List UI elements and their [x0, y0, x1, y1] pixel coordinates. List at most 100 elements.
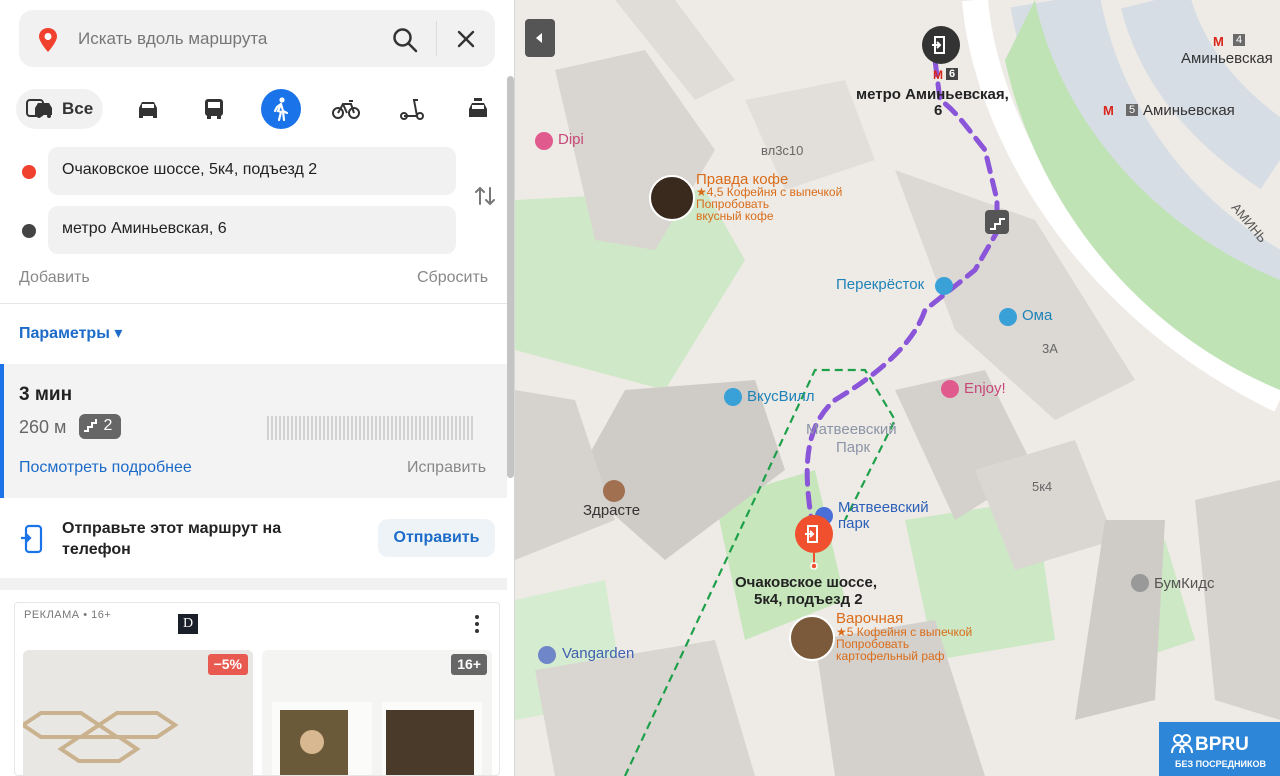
- ad-label: РЕКЛАМА • 16+: [24, 609, 112, 621]
- transport-modes: Все: [16, 89, 496, 129]
- ad-logo: D: [178, 614, 198, 634]
- mode-all-label: Все: [62, 99, 94, 118]
- metro-icon-top: M: [1213, 34, 1224, 49]
- start-label-2: 5к4, подъезд 2: [754, 591, 863, 608]
- people-icon: [1171, 734, 1193, 754]
- pedestrian-icon: [273, 97, 289, 122]
- zdraste-label[interactable]: Здрасте: [583, 502, 640, 519]
- mode-all-button[interactable]: Все: [16, 89, 103, 129]
- watermark-title: BPRU: [1195, 734, 1249, 755]
- varochnaya-photo[interactable]: [789, 615, 835, 661]
- send-description: Отправьте этот маршрут на телефон: [62, 520, 282, 558]
- search-input[interactable]: Искать вдоль маршрута: [78, 29, 267, 49]
- phone-icon: [21, 524, 43, 554]
- shop-icon: [935, 277, 953, 295]
- route-distance: 260 м: [19, 417, 67, 437]
- metro-m-icon: M: [933, 68, 943, 82]
- start-pin-icon[interactable]: [793, 514, 835, 570]
- route-search-bar[interactable]: Искать вдоль маршрута: [19, 10, 495, 67]
- building-label: вл3с10: [761, 143, 804, 158]
- matveevsky-park-label-2: Парк: [836, 439, 871, 456]
- bus-icon: [205, 99, 223, 119]
- stairs-marker-icon: [985, 210, 1009, 234]
- dipi-icon: [535, 132, 553, 150]
- aminyevskaya-label-2: Аминьевская: [1143, 102, 1235, 119]
- route-elevation-bar: [267, 416, 473, 440]
- location-pin-icon: [39, 28, 57, 52]
- start-point-dot: [22, 165, 36, 179]
- building-3a-label: 3А: [1042, 341, 1058, 356]
- ad-block[interactable]: РЕКЛАМА • 16+ D −5% 16+: [14, 602, 500, 776]
- metro-icon-mid: M: [1103, 103, 1114, 118]
- watermark-subtitle: БЕЗ ПОСРЕДНИКОВ: [1175, 759, 1266, 769]
- bumkids-label[interactable]: БумКидс: [1154, 575, 1215, 592]
- send-to-phone-block: Отправьте этот маршрут на телефон Отправ…: [0, 498, 507, 578]
- vkusvill-label[interactable]: ВкусВилл: [747, 388, 814, 405]
- mode-car-button[interactable]: [128, 89, 168, 129]
- bpru-watermark: BPRU БЕЗ ПОСРЕДНИКОВ: [1159, 722, 1280, 776]
- more-options-icon[interactable]: [473, 613, 481, 635]
- mode-bus-button[interactable]: [194, 89, 234, 129]
- collapse-panel-button[interactable]: [525, 19, 555, 57]
- from-field[interactable]: Очаковское шоссе, 5к4, подъезд 2: [48, 147, 456, 195]
- end-point-dot: [22, 224, 36, 238]
- matveevsky-park-poi-2[interactable]: парк: [838, 515, 869, 532]
- matveevsky-park-label: Матвеевский: [806, 421, 897, 438]
- enjoy-label[interactable]: Enjoy!: [964, 380, 1006, 397]
- panel-scrollbar[interactable]: [507, 76, 514, 478]
- parameters-dropdown[interactable]: Параметры ▾: [19, 323, 122, 343]
- car-icon: [139, 102, 157, 118]
- bicycle-icon: [332, 100, 360, 119]
- route-time: 3 мин: [19, 384, 73, 405]
- perekrestok-label[interactable]: Перекрёсток: [836, 276, 924, 293]
- vangarden-label[interactable]: Vangarden: [562, 645, 634, 662]
- pravda-coffee-promo-2: вкусный кофе: [696, 209, 774, 223]
- aminyevskaya-label-1: Аминьевская: [1181, 50, 1273, 67]
- stairs-icon: [84, 419, 97, 432]
- zdraste-icon: [603, 480, 625, 502]
- scooter-icon: [400, 99, 424, 120]
- app-window: Искать вдоль маршрута Все Очаковское шос…: [0, 0, 1280, 776]
- swap-points-icon[interactable]: [474, 184, 496, 208]
- search-icon[interactable]: [392, 27, 418, 53]
- view-details-link[interactable]: Посмотреть подробнее: [19, 459, 192, 477]
- discount-badge: −5%: [207, 654, 248, 675]
- oma-label[interactable]: Ома: [1022, 307, 1052, 324]
- map-view[interactable]: M 6 метро Аминьевская, 6 M 4 Аминьевская…: [515, 0, 1280, 776]
- mode-scooter-button[interactable]: [392, 89, 432, 129]
- route-option-card[interactable]: 3 мин 260 м 2 Посмотреть подробнее Испра…: [0, 364, 507, 498]
- matveevsky-park-poi[interactable]: Матвеевский: [838, 499, 929, 516]
- dipi-label[interactable]: Dipi: [558, 131, 584, 148]
- destination-label-2: 6: [934, 102, 943, 119]
- mode-taxi-button[interactable]: [458, 89, 498, 129]
- bumkids-icon: [1131, 574, 1149, 592]
- pravda-coffee-photo[interactable]: [649, 175, 695, 221]
- metro-line-5-badge: 5: [1126, 104, 1139, 116]
- stairs-count: 2: [103, 417, 113, 434]
- metro-exit-pin-icon[interactable]: [921, 25, 961, 69]
- destination-label: метро Аминьевская,: [856, 86, 1009, 103]
- stairs-badge: 2: [79, 414, 121, 439]
- fix-route-link[interactable]: Исправить: [407, 459, 486, 477]
- varochnaya-promo-2: картофельный раф: [836, 649, 945, 663]
- divider: [0, 303, 514, 304]
- metro-line-6: 6: [946, 68, 959, 80]
- route-panel: Искать вдоль маршрута Все Очаковское шос…: [0, 0, 515, 776]
- start-label: Очаковское шоссе,: [735, 574, 878, 591]
- ad-image-shelf[interactable]: −5%: [23, 650, 253, 775]
- send-button[interactable]: Отправить: [378, 519, 495, 557]
- oma-icon: [999, 308, 1017, 326]
- mode-pedestrian-button[interactable]: [261, 89, 301, 129]
- mode-bicycle-button[interactable]: [326, 89, 366, 129]
- multi-transport-icon: [26, 99, 52, 118]
- add-point-link[interactable]: Добавить: [19, 269, 90, 287]
- enjoy-icon: [941, 380, 959, 398]
- age-badge: 16+: [451, 654, 487, 675]
- reset-link[interactable]: Сбросить: [417, 269, 488, 287]
- ad-image-book[interactable]: 16+: [262, 650, 492, 775]
- vkusvill-icon: [724, 388, 742, 406]
- close-icon[interactable]: [455, 28, 477, 50]
- to-field[interactable]: метро Аминьевская, 6: [48, 206, 456, 254]
- metro-line-4-badge: 4: [1233, 34, 1246, 46]
- taxi-icon: [469, 98, 487, 117]
